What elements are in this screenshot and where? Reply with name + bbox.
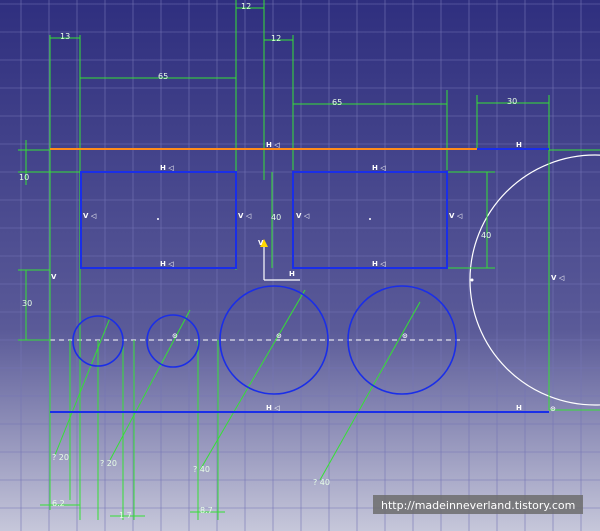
constraint-left-v[interactable]: V (51, 273, 57, 281)
viewport-background (0, 0, 600, 531)
dim-bottom-3[interactable]: 8.7 (200, 506, 213, 515)
constraint-bottom-right-h[interactable]: H (516, 404, 522, 412)
dim-30-left[interactable]: 30 (22, 299, 32, 308)
construction-point[interactable] (157, 218, 159, 220)
dim-65-left[interactable]: 65 (158, 72, 168, 81)
dim-12-lower[interactable]: 12 (271, 34, 281, 43)
construction-point[interactable] (369, 218, 371, 220)
dim-10[interactable]: 10 (19, 173, 29, 182)
constraint-rect1-left-v[interactable]: V ◁ (83, 212, 97, 220)
dim-30-right[interactable]: 30 (507, 97, 517, 106)
constraint-top-right-h[interactable]: H (516, 141, 522, 149)
circle-center-icon[interactable]: ⊙ (276, 332, 282, 340)
dim-12-upper[interactable]: 12 (241, 2, 251, 11)
circle-center-icon[interactable]: ⊙ (550, 405, 556, 413)
dim-13[interactable]: 13 (60, 32, 70, 41)
constraint-top-h[interactable]: H ◁ (266, 141, 280, 149)
constraint-rect2-bottom-h[interactable]: H ◁ (372, 260, 386, 268)
constraint-bottom-h[interactable]: H ◁ (266, 404, 280, 412)
dim-diameter-3[interactable]: ? 40 (193, 465, 210, 474)
dim-diameter-2[interactable]: ? 20 (100, 459, 117, 468)
watermark: http://madeinneverland.tistory.com (373, 495, 583, 514)
circle-center-icon[interactable]: ⊙ (402, 332, 408, 340)
dim-40-center[interactable]: 40 (271, 213, 281, 222)
axis-v-label: V (258, 239, 264, 247)
constraint-rect1-right-v[interactable]: V ◁ (238, 212, 252, 220)
dim-bottom-1[interactable]: 6.2 (52, 499, 65, 508)
constraint-right-v[interactable]: V ◁ (551, 274, 565, 282)
constraint-rect2-top-h[interactable]: H ◁ (372, 164, 386, 172)
sketch-canvas[interactable]: 12 13 12 65 65 30 10 40 40 30 ? 20 ? 20 … (0, 0, 600, 531)
sketch-viewport[interactable]: 12 13 12 65 65 30 10 40 40 30 ? 20 ? 20 … (0, 0, 600, 531)
dim-bottom-2[interactable]: 1 7 (119, 511, 132, 520)
constraint-rect2-right-v[interactable]: V ◁ (449, 212, 463, 220)
dim-40-right[interactable]: 40 (481, 231, 491, 240)
dim-diameter-1[interactable]: ? 20 (52, 453, 69, 462)
dim-diameter-4[interactable]: ? 40 (313, 478, 330, 487)
constraint-rect1-top-h[interactable]: H ◁ (160, 164, 174, 172)
axis-h-label: H (289, 270, 295, 278)
construction-point[interactable] (470, 278, 474, 282)
dim-65-right[interactable]: 65 (332, 98, 342, 107)
constraint-rect1-bottom-h[interactable]: H ◁ (160, 260, 174, 268)
constraint-rect2-left-v[interactable]: V ◁ (296, 212, 310, 220)
watermark-text: http://madeinneverland.tistory.com (381, 499, 575, 512)
circle-center-icon[interactable]: ⊙ (172, 332, 178, 340)
